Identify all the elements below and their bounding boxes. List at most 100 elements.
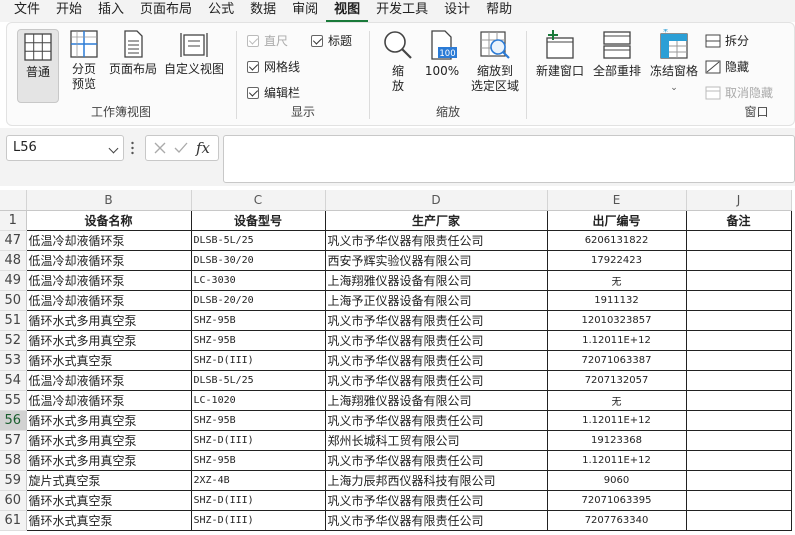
table-cell[interactable]: SHZ-D(III) [190, 429, 326, 451]
table-cell[interactable]: 郑州长城科工贸有限公司 [324, 429, 548, 451]
table-cell[interactable]: 72071063387 [546, 349, 687, 371]
table-cell[interactable]: 巩义市予华仪器有限责任公司 [324, 369, 548, 391]
table-cell[interactable]: 低温冷却液循环泵 [25, 229, 192, 251]
table-cell[interactable]: 巩义市予华仪器有限责任公司 [324, 349, 548, 371]
column-header[interactable]: D [325, 190, 548, 211]
table-cell[interactable]: 1.12011E+12 [546, 329, 687, 351]
column-header[interactable]: E [547, 190, 687, 211]
column-header[interactable]: B [26, 190, 192, 211]
table-cell[interactable] [685, 429, 792, 451]
column-header[interactable]: C [191, 190, 326, 211]
row-header[interactable]: 51 [0, 310, 27, 331]
table-cell[interactable]: 6206131822 [546, 229, 687, 251]
zoom-100-button[interactable]: 100 100% [422, 29, 462, 79]
chevron-down-icon[interactable] [108, 143, 119, 154]
table-cell[interactable]: 低温冷却液循环泵 [25, 249, 192, 271]
ruler-checkbox[interactable]: 直尺 [247, 32, 288, 49]
table-cell[interactable] [685, 449, 792, 471]
row-header[interactable]: 54 [0, 370, 27, 391]
menu-tab[interactable]: 文件 [6, 0, 48, 22]
table-cell[interactable]: 无 [546, 389, 687, 411]
header-cell[interactable]: 备注 [685, 209, 792, 231]
table-cell[interactable] [685, 389, 792, 411]
table-cell[interactable]: 1.12011E+12 [546, 409, 687, 431]
gridlines-checkbox[interactable]: 网格线 [247, 58, 300, 75]
table-cell[interactable]: 72071063395 [546, 489, 687, 511]
table-cell[interactable]: 上海予正仪器设备有限公司 [324, 289, 548, 311]
header-cell[interactable]: 生产厂家 [324, 209, 548, 231]
table-cell[interactable]: SHZ-95B [190, 449, 326, 471]
menu-tab[interactable]: 帮助 [478, 0, 520, 22]
menu-tab[interactable]: 页面布局 [132, 0, 200, 22]
row-header[interactable]: 57 [0, 430, 27, 451]
menu-tab[interactable]: 数据 [242, 0, 284, 22]
header-cell[interactable]: 设备型号 [190, 209, 326, 231]
row-header[interactable]: 56 [0, 410, 27, 431]
table-cell[interactable]: 循环水式真空泵 [25, 489, 192, 511]
table-cell[interactable] [685, 329, 792, 351]
confirm-icon[interactable] [174, 142, 188, 154]
split-button[interactable]: 拆分 [705, 32, 749, 49]
table-cell[interactable]: 循环水式多用真空泵 [25, 429, 192, 451]
freeze-panes-button[interactable]: * 冻结窗格 ⌄ [647, 29, 701, 96]
table-cell[interactable] [685, 489, 792, 511]
table-cell[interactable]: 上海力辰邦西仪器科技有限公司 [324, 469, 548, 491]
menu-tab[interactable]: 设计 [436, 0, 478, 22]
row-header[interactable]: 55 [0, 390, 27, 411]
table-cell[interactable]: 1911132 [546, 289, 687, 311]
table-cell[interactable]: LC-3030 [190, 269, 326, 291]
arrange-all-button[interactable]: 全部重排 [591, 29, 643, 79]
table-cell[interactable]: 17922423 [546, 249, 687, 271]
row-header[interactable]: 49 [0, 270, 27, 291]
cancel-icon[interactable] [154, 142, 166, 154]
table-cell[interactable]: 巩义市予华仪器有限责任公司 [324, 509, 548, 531]
row-header[interactable]: 1 [0, 210, 27, 231]
row-header[interactable]: 60 [0, 490, 27, 511]
table-cell[interactable]: 循环水式多用真空泵 [25, 449, 192, 471]
row-header[interactable]: 52 [0, 330, 27, 351]
table-cell[interactable]: DLSB-30/20 [190, 249, 326, 271]
table-cell[interactable]: 2XZ-4B [190, 469, 326, 491]
table-cell[interactable]: 巩义市予华仪器有限责任公司 [324, 329, 548, 351]
table-cell[interactable]: DLSB-5L/25 [190, 229, 326, 251]
table-cell[interactable] [685, 269, 792, 291]
menu-tab[interactable]: 公式 [200, 0, 242, 22]
table-cell[interactable] [685, 289, 792, 311]
table-cell[interactable]: 7207132057 [546, 369, 687, 391]
headings-checkbox[interactable]: 标题 [311, 32, 352, 49]
row-header[interactable]: 47 [0, 230, 27, 251]
table-cell[interactable]: 循环水式多用真空泵 [25, 409, 192, 431]
page-layout-button[interactable]: 页面布局 [107, 29, 159, 77]
table-cell[interactable]: 循环水式真空泵 [25, 349, 192, 371]
table-cell[interactable]: 9060 [546, 469, 687, 491]
menu-tab[interactable]: 审阅 [284, 0, 326, 22]
header-cell[interactable]: 出厂编号 [546, 209, 687, 231]
table-cell[interactable]: SHZ-D(III) [190, 349, 326, 371]
unhide-button[interactable]: 取消隐藏 [705, 84, 773, 101]
table-cell[interactable]: 上海翔雅仪器设备有限公司 [324, 389, 548, 411]
table-cell[interactable] [685, 409, 792, 431]
table-cell[interactable]: SHZ-95B [190, 409, 326, 431]
table-cell[interactable] [685, 349, 792, 371]
table-cell[interactable] [685, 509, 792, 531]
insert-function-button[interactable]: fx [196, 139, 210, 157]
table-cell[interactable]: 7207763340 [546, 509, 687, 531]
table-cell[interactable]: SHZ-95B [190, 329, 326, 351]
table-cell[interactable]: 1.12011E+12 [546, 449, 687, 471]
table-cell[interactable] [685, 369, 792, 391]
menu-tab[interactable]: 视图 [326, 0, 369, 22]
more-options-icon[interactable] [131, 140, 134, 156]
table-cell[interactable]: 巩义市予华仪器有限责任公司 [324, 449, 548, 471]
select-all-corner[interactable] [0, 190, 27, 211]
table-cell[interactable] [685, 469, 792, 491]
table-cell[interactable]: 低温冷却液循环泵 [25, 369, 192, 391]
table-cell[interactable] [685, 309, 792, 331]
table-cell[interactable]: LC-1020 [190, 389, 326, 411]
formula-input[interactable] [223, 135, 795, 183]
table-cell[interactable]: 循环水式真空泵 [25, 509, 192, 531]
table-cell[interactable]: 无 [546, 269, 687, 291]
page-break-preview-button[interactable]: 分页 预览 [65, 29, 103, 92]
formula-bar-checkbox[interactable]: 编辑栏 [247, 84, 300, 101]
table-cell[interactable]: 19123368 [546, 429, 687, 451]
table-cell[interactable]: 循环水式多用真空泵 [25, 309, 192, 331]
